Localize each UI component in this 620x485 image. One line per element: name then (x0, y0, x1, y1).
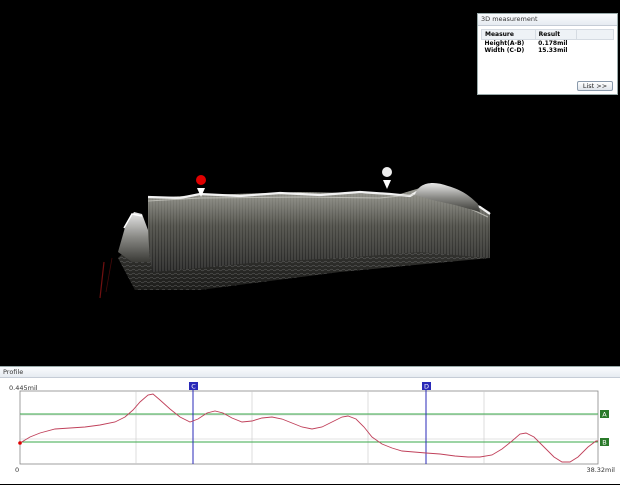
result-cell: 0.178mil (538, 40, 568, 47)
left-spike (118, 212, 150, 262)
measure-cell: Height(A-B) (484, 40, 525, 47)
marker-red-point[interactable] (196, 175, 206, 185)
measure-cell: Width (C-D) (484, 47, 525, 54)
app-window: 3D measurement Measure Result Height(A-B… (0, 0, 620, 484)
profile-panel: Profile 0.445mil 0 38.32mil C D A B (0, 366, 620, 484)
column-header-empty (576, 29, 614, 40)
marker-d-label: D (424, 382, 429, 390)
marker-white-point[interactable] (382, 167, 392, 177)
profile-chart[interactable]: C D A B (0, 367, 620, 485)
result-cell: 15.33mil (538, 47, 568, 54)
column-header-result[interactable]: Result (534, 29, 578, 40)
line-b-label: B (602, 438, 606, 446)
profile-plot-frame (19, 390, 599, 465)
measurement-table: Measure Result Height(A-B) 0.178mil Widt… (481, 29, 614, 54)
table-row[interactable]: Width (C-D) 15.33mil (482, 47, 614, 54)
marker-c-label: C (191, 382, 196, 390)
list-button[interactable]: List >> (577, 81, 613, 91)
marker-white-arrow (383, 180, 391, 189)
measurement-panel: 3D measurement Measure Result Height(A-B… (477, 13, 618, 95)
line-a-label: A (602, 410, 607, 418)
column-header-measure[interactable]: Measure (481, 29, 536, 40)
table-row[interactable]: Height(A-B) 0.178mil (482, 40, 614, 48)
measurement-panel-title: 3D measurement (478, 14, 617, 26)
profile-start-point (18, 441, 22, 445)
